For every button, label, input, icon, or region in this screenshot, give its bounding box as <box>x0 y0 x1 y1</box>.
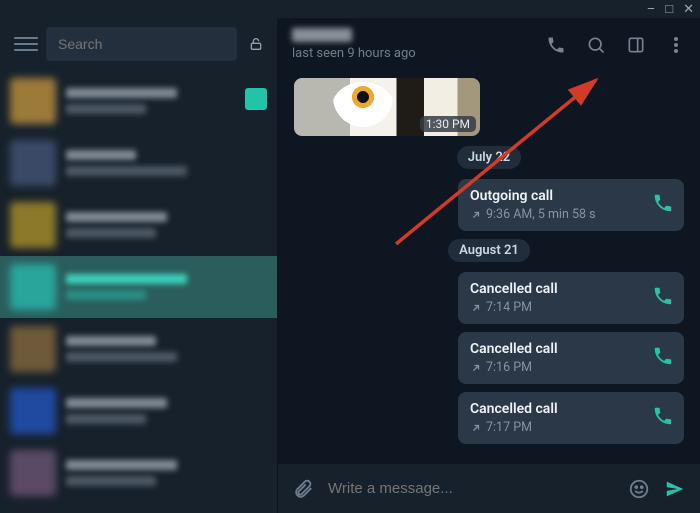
chat-list-item[interactable] <box>0 318 277 380</box>
avatar <box>10 388 56 434</box>
call-meta: 7:14 PM <box>486 300 532 315</box>
call-message[interactable]: Cancelled call 7:16 PM <box>458 332 684 384</box>
date-separator: July 22 <box>457 146 521 169</box>
chat-header: last seen 9 hours ago <box>278 18 700 72</box>
avatar <box>10 202 56 248</box>
search-in-chat-button[interactable] <box>586 35 606 55</box>
menu-button[interactable] <box>14 32 38 56</box>
window-close-button[interactable]: ✕ <box>683 3 694 16</box>
call-title: Outgoing call <box>470 188 638 204</box>
window-minimize-button[interactable]: – <box>647 3 656 16</box>
message-input[interactable] <box>328 480 614 497</box>
message-time: 1:30 PM <box>420 116 476 132</box>
search-box[interactable] <box>46 27 237 61</box>
outgoing-arrow-icon <box>470 209 482 221</box>
avatar <box>10 140 56 186</box>
chat-list-item[interactable] <box>0 380 277 442</box>
outgoing-arrow-icon <box>470 302 482 314</box>
send-button[interactable] <box>664 478 686 500</box>
chat-list-item-active[interactable] <box>0 256 277 318</box>
chat-list-item[interactable] <box>0 194 277 256</box>
call-message[interactable]: Outgoing call 9:36 AM, 5 min 58 s <box>458 179 684 231</box>
avatar <box>10 78 56 124</box>
sidebar <box>0 18 278 513</box>
call-button[interactable] <box>546 35 566 55</box>
chat-list-item[interactable] <box>0 132 277 194</box>
emoji-button[interactable] <box>628 478 650 500</box>
more-menu-button[interactable] <box>666 35 686 55</box>
search-input[interactable] <box>58 36 225 52</box>
contact-name[interactable] <box>292 28 352 42</box>
outgoing-arrow-icon <box>470 422 482 434</box>
call-meta: 7:17 PM <box>486 420 532 435</box>
avatar <box>10 264 56 310</box>
call-message[interactable]: Cancelled call 7:14 PM <box>458 272 684 324</box>
side-panel-button[interactable] <box>626 35 646 55</box>
call-meta: 9:36 AM, 5 min 58 s <box>486 207 596 222</box>
chat-list-item[interactable] <box>0 442 277 504</box>
messages-area[interactable]: 1:30 PM July 22 Outgoing call 9:36 AM, 5… <box>278 72 700 463</box>
media-message[interactable]: 1:30 PM <box>294 78 480 136</box>
call-title: Cancelled call <box>470 281 638 297</box>
call-title: Cancelled call <box>470 341 638 357</box>
last-seen-label: last seen 9 hours ago <box>292 46 416 61</box>
chat-pane: last seen 9 hours ago 1:30 PM <box>278 18 700 513</box>
phone-icon[interactable] <box>652 345 674 371</box>
date-separator: August 21 <box>448 239 530 262</box>
outgoing-arrow-icon <box>470 362 482 374</box>
call-meta: 7:16 PM <box>486 360 532 375</box>
message-composer <box>278 463 700 513</box>
unread-badge <box>245 88 267 110</box>
phone-icon[interactable] <box>652 192 674 218</box>
phone-icon[interactable] <box>652 285 674 311</box>
chat-list-item[interactable] <box>0 70 277 132</box>
window-maximize-button[interactable]: □ <box>665 3 673 16</box>
avatar <box>10 326 56 372</box>
chat-list[interactable] <box>0 70 277 513</box>
call-message[interactable]: Cancelled call 7:17 PM <box>458 392 684 444</box>
lock-icon[interactable] <box>245 36 267 52</box>
avatar <box>10 450 56 496</box>
attach-button[interactable] <box>292 478 314 500</box>
call-title: Cancelled call <box>470 401 638 417</box>
phone-icon[interactable] <box>652 405 674 431</box>
